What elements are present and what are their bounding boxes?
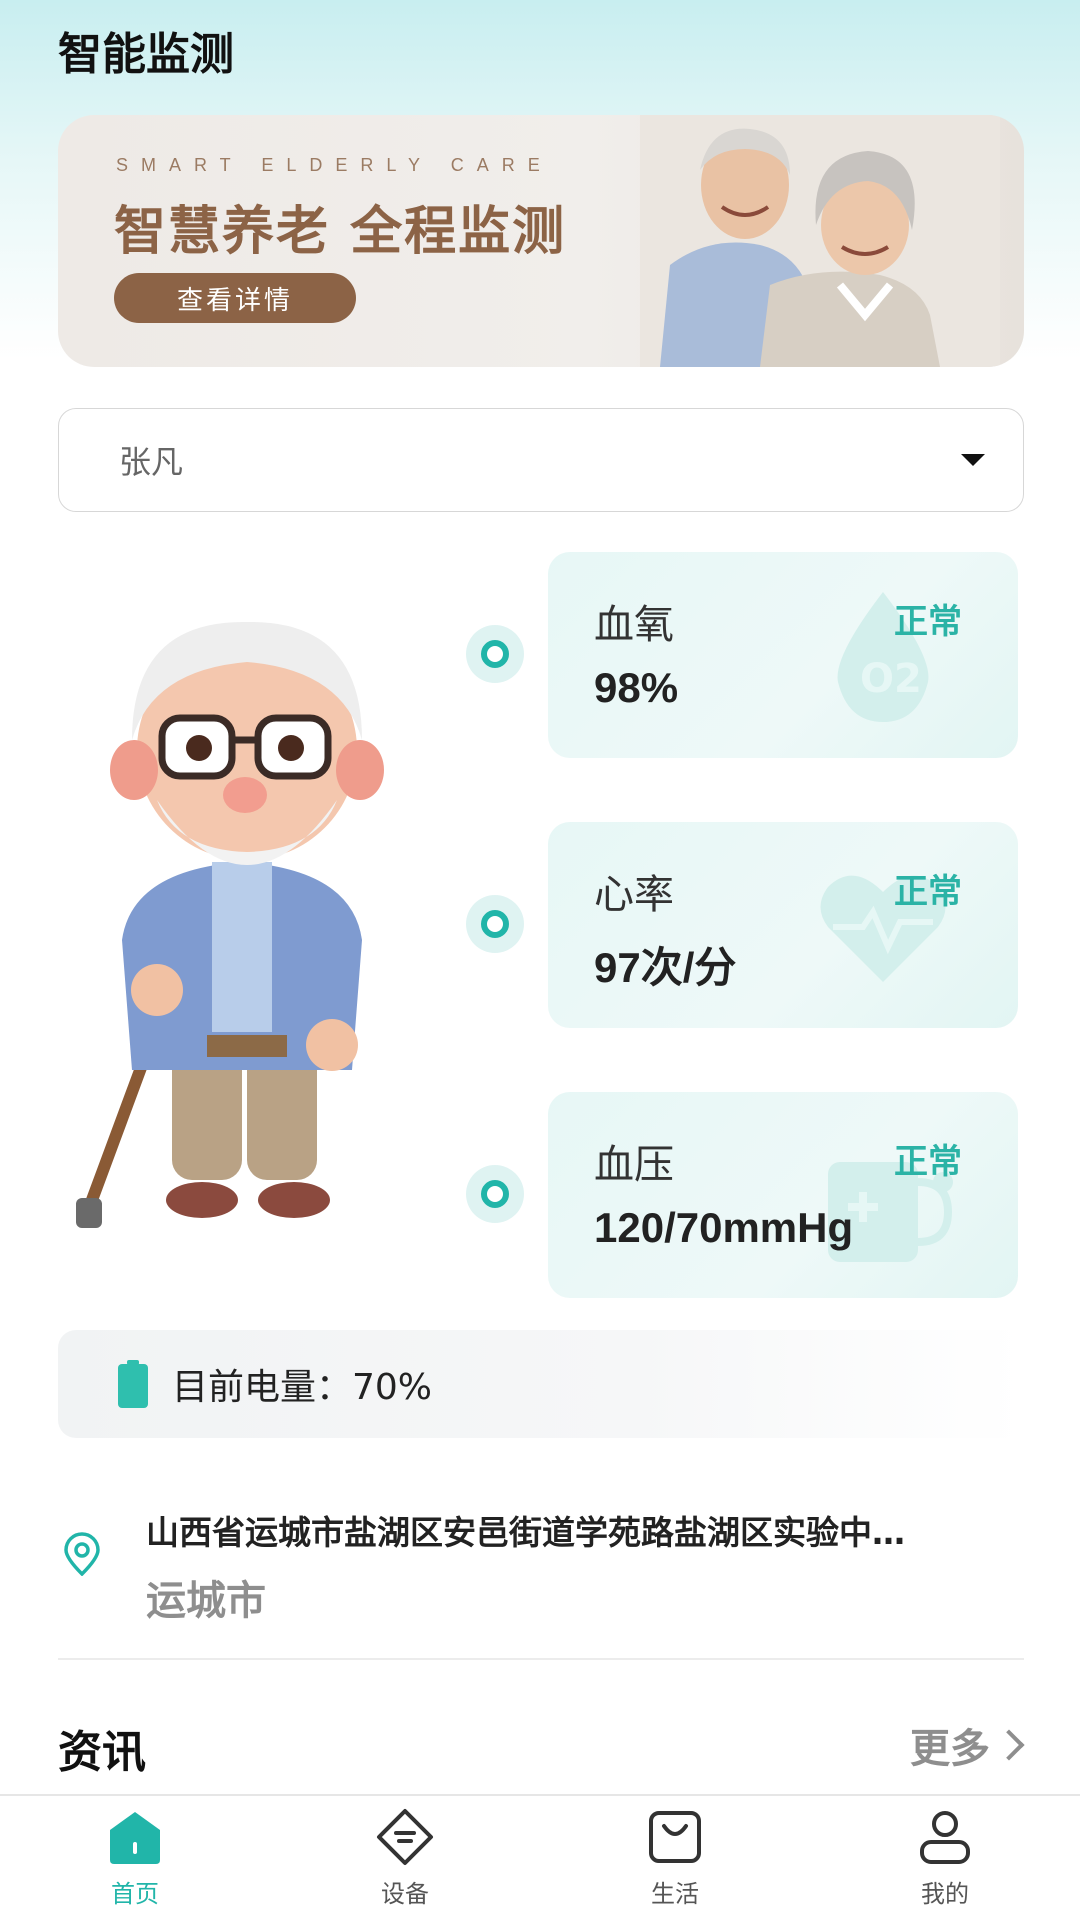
location-address: 山西省运城市盐湖区安邑街道学苑路盐湖区实验中… xyxy=(146,1513,905,1552)
tab-label: 生活 xyxy=(651,1880,699,1908)
banner-headline: 智慧养老 全程监测 xyxy=(114,202,567,262)
bottom-tab-bar: 首页 设备 生活 我的 xyxy=(0,1794,1080,1920)
metric-card-heart-rate[interactable]: 心率 正常 97次/分 xyxy=(548,822,1018,1028)
tab-label: 设备 xyxy=(381,1880,429,1908)
news-more-label: 更多 xyxy=(910,1726,990,1772)
tab-mine[interactable]: 我的 xyxy=(810,1796,1080,1920)
metric-indicator-dot xyxy=(466,895,524,953)
metric-value: 97次/分 xyxy=(594,944,737,991)
person-selector[interactable]: 张凡 xyxy=(58,408,1024,512)
device-icon xyxy=(377,1809,433,1865)
tab-device[interactable]: 设备 xyxy=(270,1796,540,1920)
location-city: 运城市 xyxy=(146,1578,266,1624)
metric-card-blood-pressure[interactable]: 血压 正常 120/70mmHg xyxy=(548,1092,1018,1298)
metric-card-blood-oxygen[interactable]: O2 血氧 正常 98% xyxy=(548,552,1018,758)
page-title: 智能监测 xyxy=(58,29,234,80)
elderly-couple-image xyxy=(640,115,1000,367)
metric-value: 98% xyxy=(594,664,679,711)
metric-status: 正常 xyxy=(894,872,962,912)
tab-life[interactable]: 生活 xyxy=(540,1796,810,1920)
location-pin-icon xyxy=(64,1532,100,1576)
metric-status: 正常 xyxy=(894,1142,962,1182)
divider xyxy=(58,1658,1024,1660)
battery-status: 目前电量：70% xyxy=(58,1330,1024,1438)
home-icon xyxy=(110,1812,160,1864)
chevron-right-icon xyxy=(993,1729,1025,1761)
metric-label: 心率 xyxy=(594,872,674,918)
promo-banner[interactable]: SMART ELDERLY CARE 智慧养老 全程监测 查看详情 xyxy=(58,115,1024,367)
metric-value: 120/70mmHg xyxy=(594,1204,854,1251)
elderly-man-illustration xyxy=(76,621,384,1228)
metric-label: 血压 xyxy=(594,1142,674,1188)
view-details-button[interactable]: 查看详情 xyxy=(114,273,356,323)
banner-subtitle: SMART ELDERLY CARE xyxy=(116,155,553,175)
selected-person: 张凡 xyxy=(119,443,184,481)
user-icon xyxy=(920,1811,970,1864)
metric-label: 血氧 xyxy=(594,602,674,648)
caret-down-icon xyxy=(961,454,985,466)
metric-indicator-dot xyxy=(466,1165,524,1223)
shopping-bag-icon xyxy=(649,1811,701,1863)
metric-indicator-dot xyxy=(466,625,524,683)
news-more-link[interactable]: 更多 xyxy=(910,1716,1025,1774)
battery-level-text: 目前电量：70% xyxy=(172,1367,433,1408)
news-section-title: 资讯 xyxy=(58,1727,146,1778)
tab-label: 首页 xyxy=(111,1880,159,1908)
tab-home[interactable]: 首页 xyxy=(0,1796,270,1920)
metric-status: 正常 xyxy=(894,602,962,642)
battery-icon xyxy=(118,1360,148,1408)
svg-text:O2: O2 xyxy=(860,656,922,702)
tab-label: 我的 xyxy=(921,1880,969,1908)
